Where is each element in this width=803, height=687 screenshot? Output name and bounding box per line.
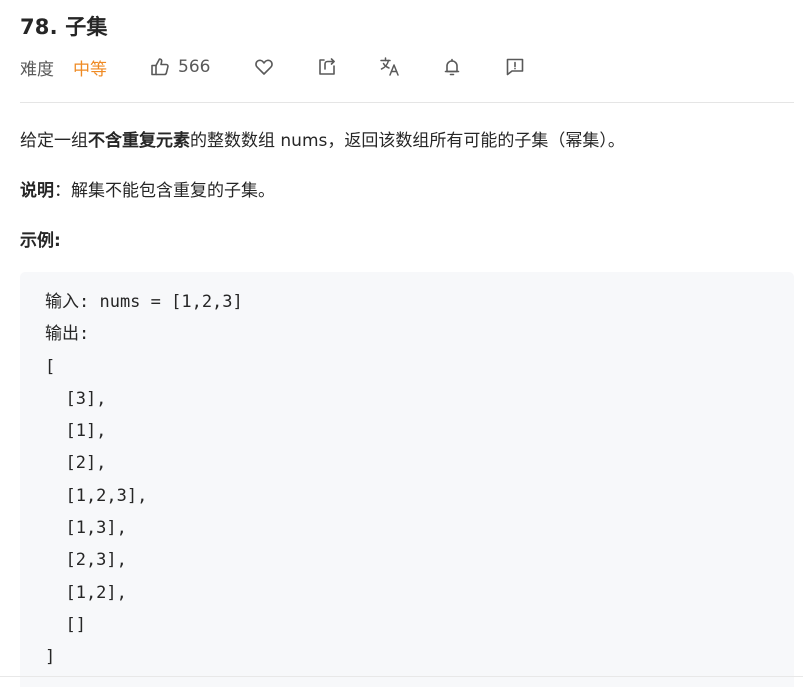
code-line: [2], xyxy=(45,453,107,474)
difficulty-label: 难度 xyxy=(20,59,54,80)
code-line: [1,2], xyxy=(45,582,127,603)
problem-meta-bar: 难度 中等 566 xyxy=(20,54,780,80)
favorite-button[interactable] xyxy=(254,54,274,80)
bottom-border xyxy=(0,676,803,677)
translate-icon xyxy=(380,57,399,76)
code-line: [2,3], xyxy=(45,550,127,571)
code-line: [] xyxy=(45,614,86,635)
code-line: 输入: nums = [1,2,3] xyxy=(45,292,243,312)
problem-note: 说明：解集不能包含重复的子集。 xyxy=(20,176,275,201)
code-line: [1,2,3], xyxy=(45,485,148,506)
description-text-2: 的整数数组 nums，返回该数组所有可能的子集（幂集）。 xyxy=(190,131,625,151)
note-text: ：解集不能包含重复的子集。 xyxy=(54,181,275,201)
thumbs-up-icon xyxy=(151,58,169,76)
feedback-icon xyxy=(506,58,524,76)
bell-icon xyxy=(444,58,460,76)
feedback-button[interactable] xyxy=(505,54,525,80)
code-line: 输出: xyxy=(45,324,90,345)
like-button[interactable]: 566 xyxy=(150,54,210,80)
example-code-block: 输入: nums = [1,2,3] 输出: [ [3], [1], [2], … xyxy=(20,272,794,687)
difficulty-value: 中等 xyxy=(73,59,107,80)
example-code-lines: 输入: nums = [1,2,3] 输出: [ [3], [1], [2], … xyxy=(45,286,243,674)
code-line: [1], xyxy=(45,421,107,442)
header-divider xyxy=(20,102,794,103)
share-button[interactable] xyxy=(317,54,337,80)
like-count: 566 xyxy=(178,57,211,77)
code-line: [1,3], xyxy=(45,518,127,539)
translate-button[interactable] xyxy=(379,54,401,80)
code-line: [ xyxy=(45,356,56,377)
code-line: [3], xyxy=(45,388,107,409)
heart-icon xyxy=(255,59,273,75)
problem-title: 78. 子集 xyxy=(20,15,108,39)
description-emphasis: 不含重复元素 xyxy=(88,131,190,151)
note-label: 说明 xyxy=(20,181,54,201)
share-icon xyxy=(319,58,335,75)
code-line: ] xyxy=(45,647,56,668)
example-heading: 示例: xyxy=(20,231,61,251)
problem-description: 给定一组不含重复元素的整数数组 nums，返回该数组所有可能的子集（幂集）。 xyxy=(20,126,625,151)
description-text-1: 给定一组 xyxy=(20,131,88,151)
notify-button[interactable] xyxy=(442,54,462,80)
